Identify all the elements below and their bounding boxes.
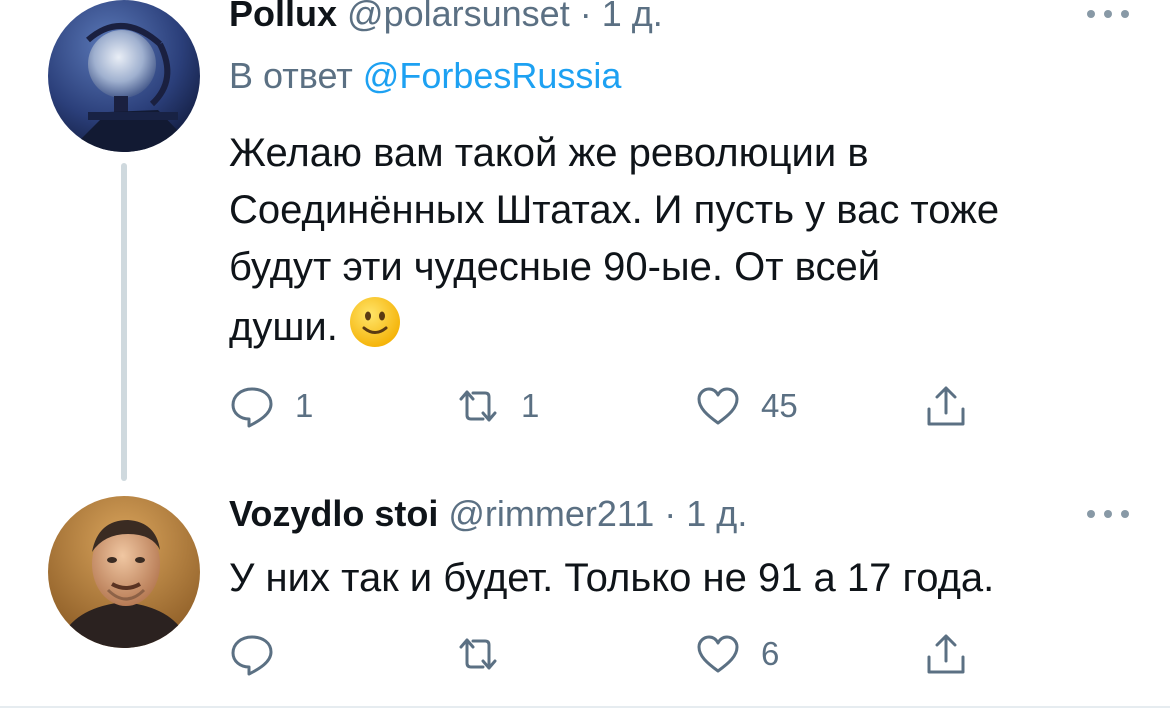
tweet-vozydlo[interactable]: Vozydlo stoi @rimmer211 · 1 д. У них так… [0, 490, 1170, 706]
tweet-text-line: Соединённых Штатах. И пусть у вас тоже [229, 188, 1000, 232]
tweet-text-line-last: души. [229, 296, 1134, 364]
avatar-vozydlo[interactable] [48, 496, 200, 648]
share-button[interactable] [923, 630, 969, 678]
tweet-text: Желаю вам такой же революции в Соединённ… [229, 125, 1134, 364]
tweet-text-line: Желаю вам такой же революции в [229, 131, 869, 175]
ellipsis-icon [1087, 10, 1095, 18]
tweet-text-line: души. [229, 305, 338, 349]
share-upload-icon [927, 634, 965, 674]
like-count: 6 [761, 635, 780, 672]
reply-count: 1 [295, 387, 314, 424]
display-name[interactable]: Vozydlo stoi [229, 493, 438, 534]
heart-icon [697, 635, 739, 673]
like-button[interactable]: 6 [695, 630, 779, 678]
bottom-divider [0, 706, 1170, 708]
user-handle[interactable]: @rimmer211 [448, 493, 654, 534]
tweet-text: У них так и будет. Только не 91 а 17 год… [229, 556, 995, 600]
timestamp[interactable]: · 1 д. [664, 493, 747, 534]
share-upload-icon [927, 386, 965, 426]
like-count: 45 [761, 387, 798, 424]
tweet-actions: 6 [229, 630, 989, 678]
share-button[interactable] [923, 382, 969, 430]
retweet-button[interactable] [455, 630, 521, 678]
retweet-button[interactable]: 1 [455, 382, 539, 430]
ellipsis-icon [1121, 510, 1129, 518]
ellipsis-icon [1087, 510, 1095, 518]
speech-bubble-icon [231, 635, 273, 676]
tweet-actions: 1 1 45 [229, 382, 989, 430]
globe-avatar-image [48, 0, 200, 152]
more-options-button[interactable] [1080, 4, 1136, 24]
ellipsis-icon [1104, 10, 1112, 18]
reply-prefix: В ответ [229, 55, 353, 96]
reply-button[interactable] [229, 630, 295, 678]
reply-context: В ответ @ForbesRussia [229, 56, 621, 96]
speech-bubble-icon [231, 387, 273, 428]
reply-mention-link[interactable]: @ForbesRussia [363, 55, 622, 96]
retweet-count: 1 [521, 387, 540, 424]
thread-connector-line [121, 163, 127, 481]
tweet-header: Pollux @polarsunset · 1 д. [229, 0, 663, 34]
ellipsis-icon [1121, 10, 1129, 18]
like-button[interactable]: 45 [695, 382, 798, 430]
user-handle[interactable]: @polarsunset [347, 0, 570, 34]
reply-button[interactable]: 1 [229, 382, 313, 430]
person-avatar-image [48, 496, 200, 648]
tweet-text-line: будут эти чудесные 90-ые. От всей [229, 245, 881, 289]
heart-icon [697, 387, 739, 425]
display-name[interactable]: Pollux [229, 0, 337, 34]
slightly-smiling-face-emoji [349, 296, 401, 364]
avatar-pollux[interactable] [48, 0, 200, 152]
retweet-arrows-icon [459, 638, 497, 670]
timestamp[interactable]: · 1 д. [580, 0, 663, 34]
tweet-header: Vozydlo stoi @rimmer211 · 1 д. [229, 494, 747, 534]
more-options-button[interactable] [1080, 504, 1136, 524]
retweet-arrows-icon [459, 390, 497, 422]
ellipsis-icon [1104, 510, 1112, 518]
tweet-pollux[interactable]: Pollux @polarsunset · 1 д. В ответ @Forb… [0, 0, 1170, 481]
